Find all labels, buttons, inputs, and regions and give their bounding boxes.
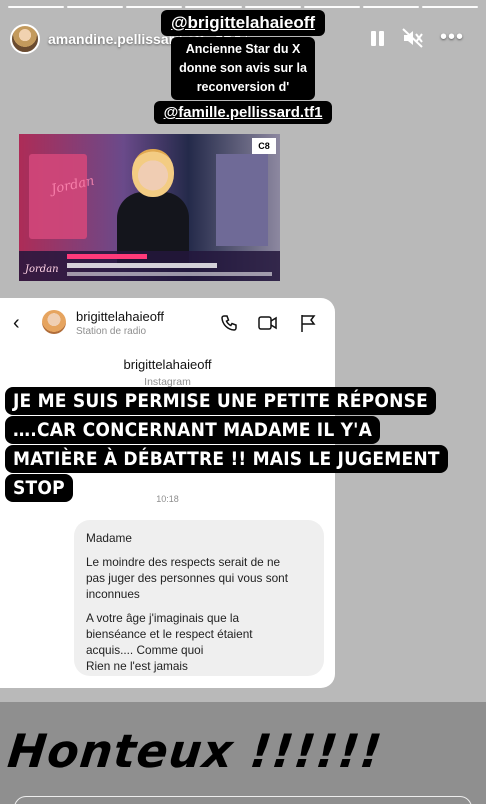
overlay-line-2: ….CAR CONCERNANT MADAME IL Y'A xyxy=(5,416,381,444)
progress-segment xyxy=(185,6,242,8)
dm-header-sub: Station de radio xyxy=(76,326,147,337)
dm-avatar[interactable] xyxy=(42,310,66,334)
progress-segment xyxy=(421,6,478,8)
tv-guest-head xyxy=(132,149,174,197)
message-line: Madame xyxy=(86,531,132,545)
message-line: acquis.... Comme quoi xyxy=(86,643,204,657)
caption-text: Ancienne Star du X donne son avis sur la… xyxy=(0,37,486,100)
story-progress-bar xyxy=(8,6,478,8)
tv-set-panel xyxy=(29,154,87,239)
tv-screenshot: Jordan C8 Jordan xyxy=(19,134,280,281)
mention-famille-pellissard[interactable]: @famille.pellissard.tf1 xyxy=(153,101,333,124)
progress-segment xyxy=(303,6,360,8)
video-camera-icon[interactable] xyxy=(258,315,278,331)
progress-segment xyxy=(8,6,65,8)
reply-input[interactable] xyxy=(14,796,472,804)
caption-line-2: donne son avis sur la xyxy=(179,61,307,75)
progress-segment xyxy=(67,6,124,8)
message-line: inconnues xyxy=(86,587,140,601)
dm-message-bubble: Madame Le moindre des respects serait de… xyxy=(74,520,324,676)
channel-logo: C8 xyxy=(252,138,276,154)
message-line: bienséance et le respect étaient xyxy=(86,627,253,641)
overlay-line-3: MATIÈRE À DÉBATTRE !! MAIS LE JUGEMENT xyxy=(5,445,448,473)
tv-banner-line xyxy=(67,254,147,259)
tv-banner-line xyxy=(67,272,272,276)
progress-segment xyxy=(362,6,419,8)
message-line: Rien ne l'est jamais xyxy=(86,659,188,673)
caption-line-3: reconversion d' xyxy=(196,80,290,94)
story-bottom-area: Honteux !!!!!! xyxy=(0,702,486,804)
mention-sticker-top[interactable]: @brigittelahaieoff xyxy=(0,10,486,36)
message-line: Le moindre des respects serait de ne xyxy=(86,555,281,569)
message-line: A votre âge j'imaginais que la xyxy=(86,611,240,625)
tv-set-panel-right xyxy=(216,154,268,246)
tv-guest xyxy=(117,146,189,264)
headline-text: Honteux !!!!!! xyxy=(5,724,386,778)
caption-block: Ancienne Star du X donne son avis sur la… xyxy=(171,37,315,100)
progress-segment xyxy=(244,6,301,8)
back-arrow-icon[interactable]: ‹ xyxy=(13,312,20,335)
overlay-line-1: JE ME SUIS PERMISE UNE PETITE RÉPONSE xyxy=(5,387,437,415)
tv-lower-logo: Jordan xyxy=(25,264,59,275)
phone-icon[interactable] xyxy=(220,314,238,332)
tv-banner-line xyxy=(67,263,217,268)
caption-line-1: Ancienne Star du X xyxy=(185,42,301,56)
tv-lower-third: Jordan xyxy=(19,251,280,281)
dm-header-name[interactable]: brigittelahaieoff xyxy=(76,309,164,324)
mention-brigittelahaieoff[interactable]: @brigittelahaieoff xyxy=(160,10,326,36)
dm-profile-name: brigittelahaieoff xyxy=(123,357,212,372)
progress-segment xyxy=(126,6,183,8)
mention-sticker-family[interactable]: @famille.pellissard.tf1 xyxy=(0,101,486,124)
overlay-line-4: STOP xyxy=(5,474,73,502)
report-flag-icon[interactable] xyxy=(300,314,316,332)
message-line: pas juger des personnes qui vous sont xyxy=(86,571,288,585)
